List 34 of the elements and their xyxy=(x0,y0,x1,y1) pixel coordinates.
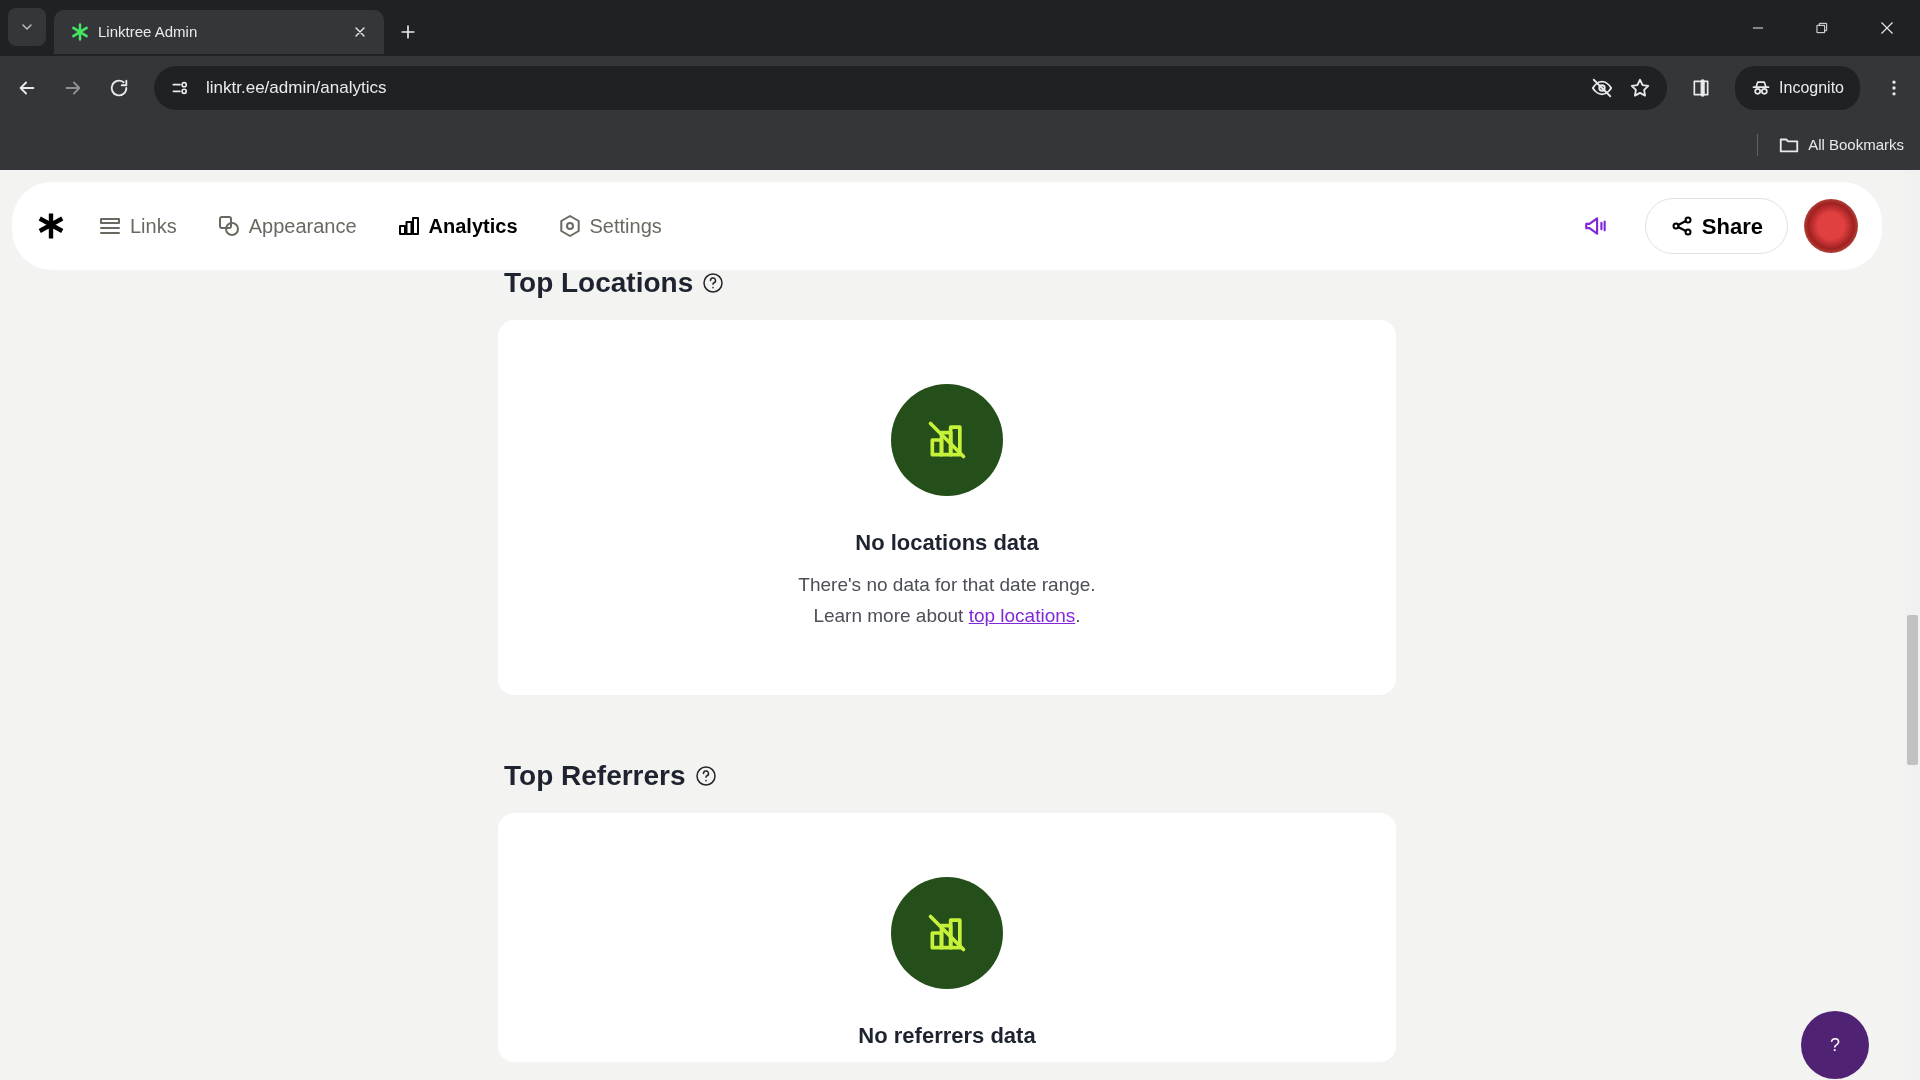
close-icon[interactable] xyxy=(1878,19,1896,37)
nav-tab[interactable]: Appearance xyxy=(208,210,365,242)
bar-chart-icon xyxy=(396,214,421,238)
reload-icon[interactable] xyxy=(108,77,130,99)
address-bar[interactable]: linktr.ee/admin/analytics xyxy=(154,66,1668,110)
help-circle-icon[interactable] xyxy=(693,764,718,788)
nav-tab[interactable]: Links xyxy=(90,210,185,242)
learn-more-text: Learn more about top locations. xyxy=(813,604,1081,628)
section-heading: Top Referrers xyxy=(504,759,686,793)
incognito-icon xyxy=(1751,78,1772,98)
help-button[interactable]: ? xyxy=(1801,1011,1869,1079)
scrollbar-thumb[interactable] xyxy=(1907,615,1918,765)
side-panel-icon[interactable] xyxy=(1691,78,1712,98)
asterisk-icon xyxy=(70,22,90,42)
browser-tab[interactable]: Linktree Admin xyxy=(54,10,384,54)
section-heading: Top Locations xyxy=(504,266,694,300)
restore-icon[interactable] xyxy=(1814,20,1830,36)
shapes-icon xyxy=(216,214,241,238)
eye-slash-icon[interactable] xyxy=(1591,77,1614,99)
star-icon[interactable] xyxy=(1629,77,1652,99)
tab-title: Linktree Admin xyxy=(98,21,199,42)
settings-icon xyxy=(557,214,582,238)
learn-more-link[interactable]: top locations xyxy=(968,605,1076,626)
empty-state-title: No locations data xyxy=(855,529,1039,557)
bookmarks-button[interactable]: All Bookmarks xyxy=(1757,133,1904,157)
help-circle-icon[interactable] xyxy=(701,271,726,295)
avatar[interactable] xyxy=(1804,199,1858,253)
nav-tab[interactable]: Settings xyxy=(549,210,670,242)
share-button[interactable]: Share xyxy=(1644,198,1788,254)
empty-state-title: No referrers data xyxy=(858,1022,1036,1050)
empty-state-text: There's no data for that date range. xyxy=(798,573,1096,597)
profile-button[interactable]: Incognito xyxy=(1735,66,1860,110)
url-text: linktr.ee/admin/analytics xyxy=(206,77,388,100)
nav-tab[interactable]: Analytics xyxy=(388,210,526,242)
